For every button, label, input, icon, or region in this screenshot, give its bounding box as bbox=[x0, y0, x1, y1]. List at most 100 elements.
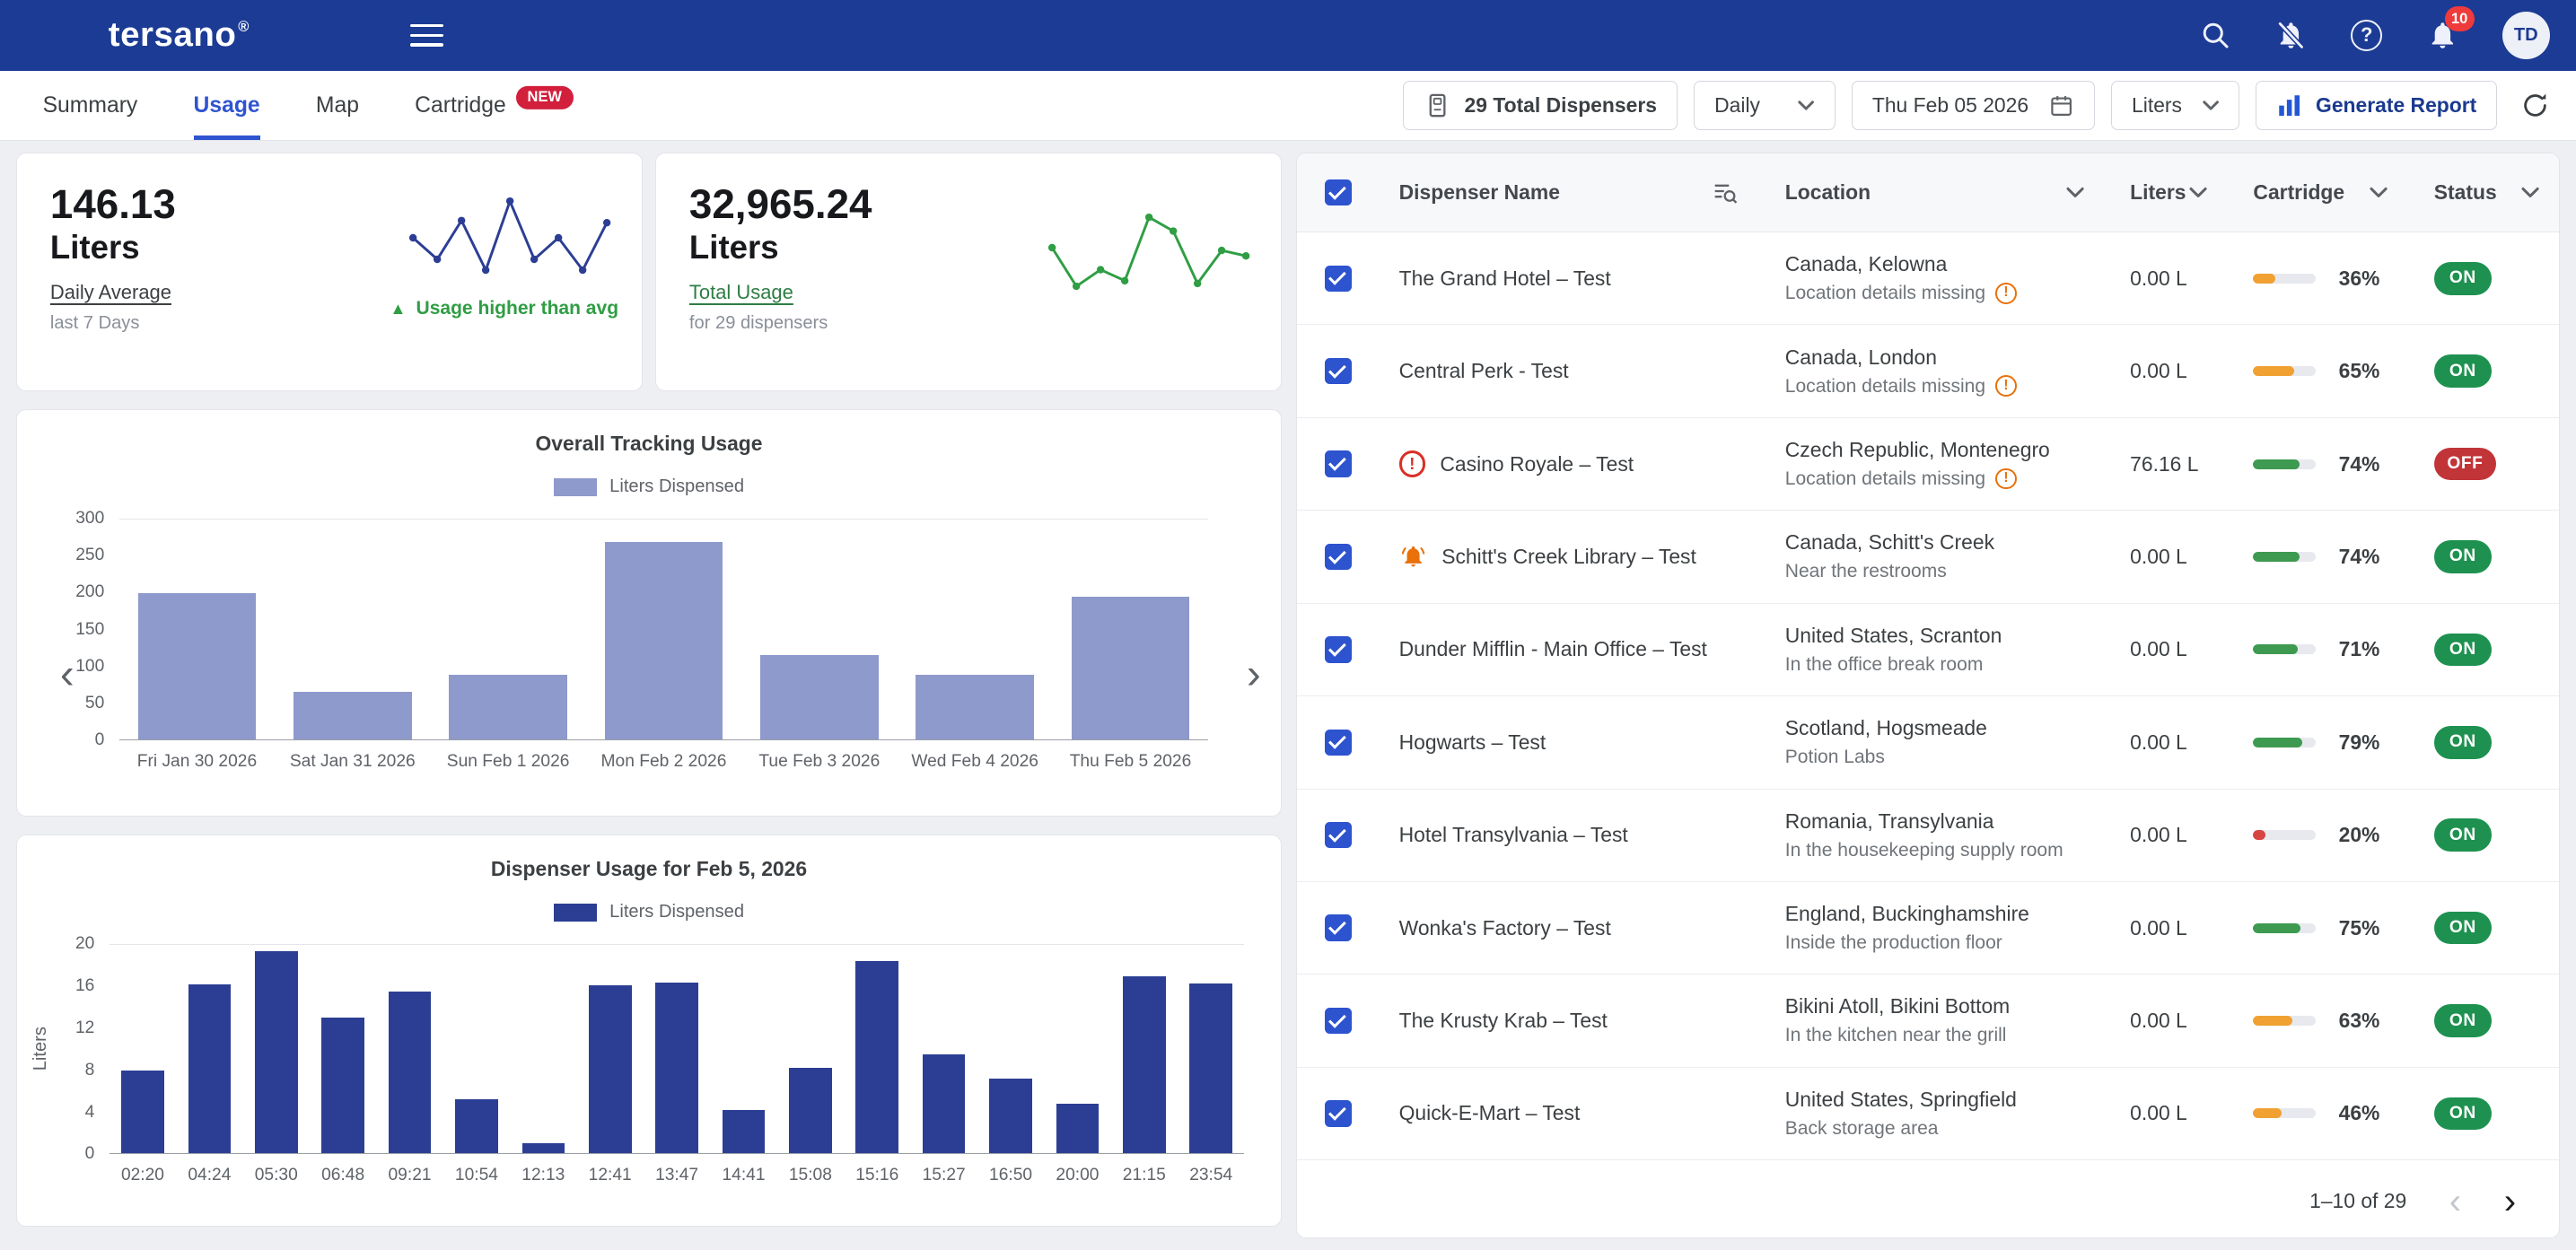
row-checkbox[interactable] bbox=[1325, 450, 1351, 476]
bar-plot bbox=[119, 519, 1208, 740]
cartridge-progress bbox=[2253, 274, 2316, 284]
tersano-logo[interactable]: tersano ® bbox=[109, 15, 250, 55]
location-detail: In the kitchen near the grill bbox=[1785, 1024, 2007, 1046]
bar-slot bbox=[443, 945, 510, 1153]
status-badge: ON bbox=[2434, 818, 2492, 852]
bar-slot bbox=[577, 945, 644, 1153]
location-cell: Romania, TransylvaniaIn the housekeeping… bbox=[1759, 790, 2104, 881]
y-axis: 050100150200250300 bbox=[34, 519, 119, 740]
table-row[interactable]: Quick-E-Mart – TestUnited States, Spring… bbox=[1297, 1068, 2559, 1160]
tab-cartridge[interactable]: CartridgeNEW bbox=[415, 71, 574, 141]
table-row[interactable]: Dunder Mifflin - Main Office – TestUnite… bbox=[1297, 604, 2559, 696]
new-badge: NEW bbox=[516, 85, 574, 109]
select-all-checkbox[interactable] bbox=[1325, 179, 1351, 205]
x-tick-label: 10:54 bbox=[443, 1166, 510, 1185]
notifications-muted-icon[interactable] bbox=[2275, 20, 2307, 51]
bar-slot bbox=[376, 945, 442, 1153]
column-header-location[interactable]: Location bbox=[1759, 153, 2104, 232]
period-select[interactable]: Daily bbox=[1694, 81, 1835, 130]
column-header-status[interactable]: Status bbox=[2407, 153, 2558, 232]
bar-slot bbox=[110, 945, 176, 1153]
column-label: Dispenser Name bbox=[1399, 180, 1560, 205]
dispenser-name: Dunder Mifflin - Main Office – Test bbox=[1399, 637, 1707, 661]
column-header-cartridge[interactable]: Cartridge bbox=[2227, 153, 2407, 232]
table-row[interactable]: The Grand Hotel – TestCanada, KelownaLoc… bbox=[1297, 232, 2559, 325]
y-tick-label: 150 bbox=[75, 620, 104, 640]
total-dispensers-button[interactable]: 29 Total Dispensers bbox=[1403, 81, 1678, 130]
chevron-down-icon[interactable] bbox=[2521, 187, 2539, 198]
liters-value: 0.00 L bbox=[2130, 545, 2187, 569]
overall-usage-chart-card: Overall Tracking Usage Liters Dispensed … bbox=[16, 409, 1281, 817]
bar bbox=[188, 984, 232, 1153]
row-checkbox[interactable] bbox=[1325, 914, 1351, 940]
x-tick-label: 06:48 bbox=[310, 1166, 376, 1185]
unit-select[interactable]: Liters bbox=[2111, 81, 2239, 130]
row-select-cell bbox=[1297, 511, 1372, 602]
cartridge-cell: 63% bbox=[2227, 975, 2407, 1066]
column-header-dispenser-name[interactable]: Dispenser Name bbox=[1372, 153, 1758, 232]
date-picker[interactable]: Thu Feb 05 2026 bbox=[1852, 81, 2095, 130]
chart-next-button[interactable]: › bbox=[1247, 653, 1261, 696]
notifications-icon[interactable]: 10 bbox=[2427, 20, 2458, 51]
chevron-down-icon[interactable] bbox=[2066, 187, 2084, 198]
daily-average-link[interactable]: Daily Average bbox=[50, 281, 171, 304]
alert-icon: ! bbox=[1399, 450, 1425, 476]
cartridge-progress bbox=[2253, 366, 2316, 376]
liters-cell: 0.00 L bbox=[2104, 882, 2227, 974]
status-cell: ON bbox=[2407, 975, 2558, 1066]
chevron-down-icon[interactable] bbox=[2370, 187, 2388, 198]
table-row[interactable]: The Krusty Krab – TestBikini Atoll, Biki… bbox=[1297, 975, 2559, 1067]
dispenser-name: Quick-E-Mart – Test bbox=[1399, 1101, 1581, 1125]
dispenser-name: Casino Royale – Test bbox=[1440, 452, 1634, 476]
row-checkbox[interactable] bbox=[1325, 636, 1351, 662]
dispenser-name-cell: ! Casino Royale – Test bbox=[1372, 418, 1758, 510]
table-row[interactable]: Wonka's Factory – TestEngland, Buckingha… bbox=[1297, 882, 2559, 975]
generate-report-button[interactable]: Generate Report bbox=[2256, 81, 2497, 130]
row-checkbox[interactable] bbox=[1325, 358, 1351, 384]
bar-slot bbox=[977, 945, 1044, 1153]
table-row[interactable]: Hogwarts – TestScotland, HogsmeadePotion… bbox=[1297, 696, 2559, 789]
legend-label: Liters Dispensed bbox=[609, 476, 744, 497]
cartridge-progress bbox=[2253, 830, 2316, 840]
cartridge-percent: 63% bbox=[2339, 1009, 2380, 1033]
y-tick-label: 200 bbox=[75, 582, 104, 602]
column-header-liters[interactable]: Liters bbox=[2104, 153, 2227, 232]
tab-summary[interactable]: Summary bbox=[43, 71, 138, 141]
row-checkbox[interactable] bbox=[1325, 266, 1351, 292]
row-checkbox[interactable] bbox=[1325, 544, 1351, 570]
search-icon[interactable] bbox=[2200, 20, 2231, 51]
table-row[interactable]: Hotel Transylvania – TestRomania, Transy… bbox=[1297, 790, 2559, 882]
search-list-icon[interactable] bbox=[1711, 179, 1739, 206]
row-checkbox[interactable] bbox=[1325, 1008, 1351, 1034]
table-row[interactable]: Central Perk - TestCanada, LondonLocatio… bbox=[1297, 325, 2559, 417]
bar bbox=[989, 1079, 1032, 1154]
liters-cell: 0.00 L bbox=[2104, 696, 2227, 788]
usage-trend: ▲ Usage higher than avg bbox=[390, 298, 618, 319]
table-row[interactable]: Schitt's Creek Library – TestCanada, Sch… bbox=[1297, 511, 2559, 603]
location-cell: Canada, KelownaLocation details missing! bbox=[1759, 232, 2104, 324]
y-tick-label: 8 bbox=[85, 1061, 95, 1080]
main-content: 146.13 Liters Daily Average last 7 Days … bbox=[0, 141, 2576, 1250]
location-cell: Czech Republic, MontenegroLocation detai… bbox=[1759, 418, 2104, 510]
x-tick-label: 12:13 bbox=[510, 1166, 576, 1185]
tab-usage[interactable]: Usage bbox=[194, 71, 260, 141]
total-usage-link[interactable]: Total Usage bbox=[689, 281, 793, 304]
x-tick-label: 14:41 bbox=[710, 1166, 776, 1185]
row-checkbox[interactable] bbox=[1325, 730, 1351, 756]
tab-map[interactable]: Map bbox=[316, 71, 359, 141]
row-checkbox[interactable] bbox=[1325, 822, 1351, 848]
table-row[interactable]: ! Casino Royale – Test Czech Republic, Mon… bbox=[1297, 418, 2559, 511]
refresh-icon[interactable] bbox=[2520, 91, 2550, 120]
tab-bar: Summary Usage Map CartridgeNEW bbox=[43, 71, 574, 141]
pagination-next-button[interactable]: › bbox=[2504, 1184, 2516, 1219]
chevron-down-icon[interactable] bbox=[2189, 187, 2207, 198]
avatar[interactable]: TD bbox=[2502, 12, 2550, 59]
row-select-cell bbox=[1297, 975, 1372, 1066]
pagination-prev-button[interactable]: ‹ bbox=[2449, 1184, 2461, 1219]
chart-prev-button[interactable]: ‹ bbox=[60, 653, 74, 696]
location-detail-text: Inside the production floor bbox=[1785, 931, 2002, 954]
row-checkbox[interactable] bbox=[1325, 1100, 1351, 1126]
menu-icon[interactable] bbox=[410, 17, 443, 53]
bar-slot bbox=[777, 945, 844, 1153]
help-icon[interactable]: ? bbox=[2351, 20, 2382, 51]
